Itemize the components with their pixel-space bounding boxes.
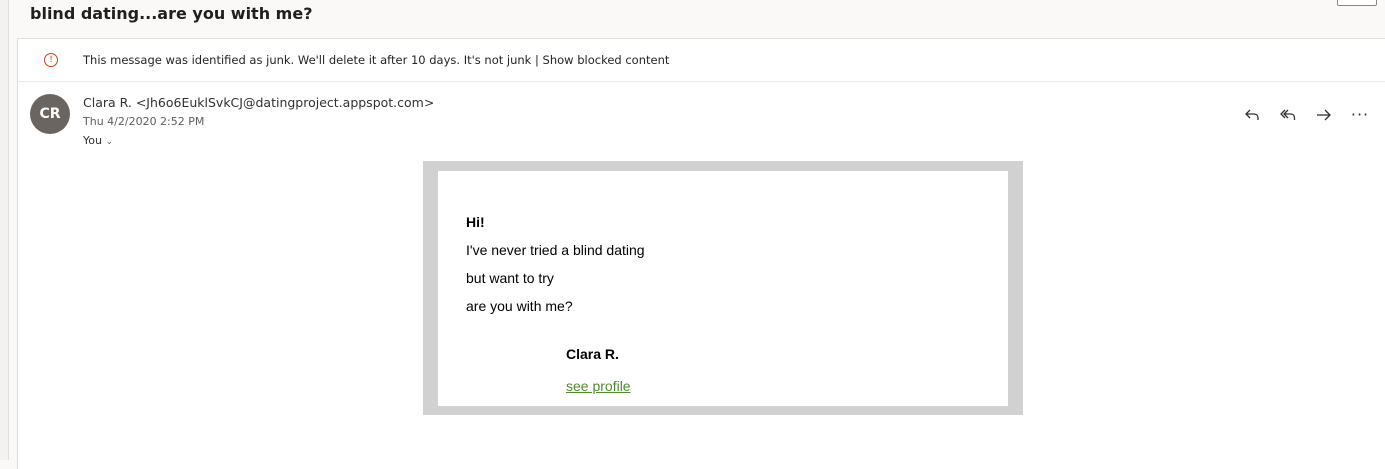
chevron-down-icon: ⌄ xyxy=(105,137,114,147)
greeting-text: Hi! xyxy=(466,214,485,230)
junk-notice: This message was identified as junk. We'… xyxy=(83,53,461,67)
forward-icon xyxy=(1317,109,1331,121)
sender-address[interactable]: Clara R. <Jh6o6EuklSvkCJ@datingproject.a… xyxy=(83,95,434,110)
body-line: I've never tried a blind dating xyxy=(466,242,645,258)
reading-pane: ! This message was identified as junk. W… xyxy=(17,38,1385,469)
left-rail xyxy=(0,0,9,460)
junk-warning-bar: ! This message was identified as junk. W… xyxy=(18,39,1385,82)
body-line: are you with me? xyxy=(466,298,573,314)
sender-avatar[interactable]: CR xyxy=(30,94,70,134)
reply-button[interactable] xyxy=(1240,103,1264,127)
not-junk-link[interactable]: It's not junk xyxy=(464,53,532,67)
link-separator: | xyxy=(535,53,539,67)
message-subject: blind dating...are you with me? xyxy=(30,4,313,23)
show-blocked-content-link[interactable]: Show blocked content xyxy=(543,53,670,67)
reply-all-icon xyxy=(1280,109,1296,120)
email-body-frame: Hi! I've never tried a blind dating but … xyxy=(423,161,1023,415)
email-body: Hi! I've never tried a blind dating but … xyxy=(438,171,1008,406)
message-actions: ··· xyxy=(1240,103,1372,127)
more-options-icon: ··· xyxy=(1350,105,1370,124)
junk-warning-text: This message was identified as junk. We'… xyxy=(83,53,669,67)
recipient-toggle[interactable]: You ⌄ xyxy=(83,134,113,147)
forward-button[interactable] xyxy=(1312,103,1336,127)
more-options-button[interactable]: ··· xyxy=(1348,103,1372,127)
recipient-label: You xyxy=(83,134,102,147)
reply-all-button[interactable] xyxy=(1276,103,1300,127)
sent-date: Thu 4/2/2020 2:52 PM xyxy=(83,115,205,128)
warning-icon: ! xyxy=(44,53,58,67)
top-right-button[interactable] xyxy=(1337,0,1377,6)
see-profile-link[interactable]: see profile xyxy=(566,378,631,394)
body-line: but want to try xyxy=(466,270,554,286)
signature-name: Clara R. xyxy=(566,346,619,362)
reply-icon xyxy=(1245,109,1259,120)
